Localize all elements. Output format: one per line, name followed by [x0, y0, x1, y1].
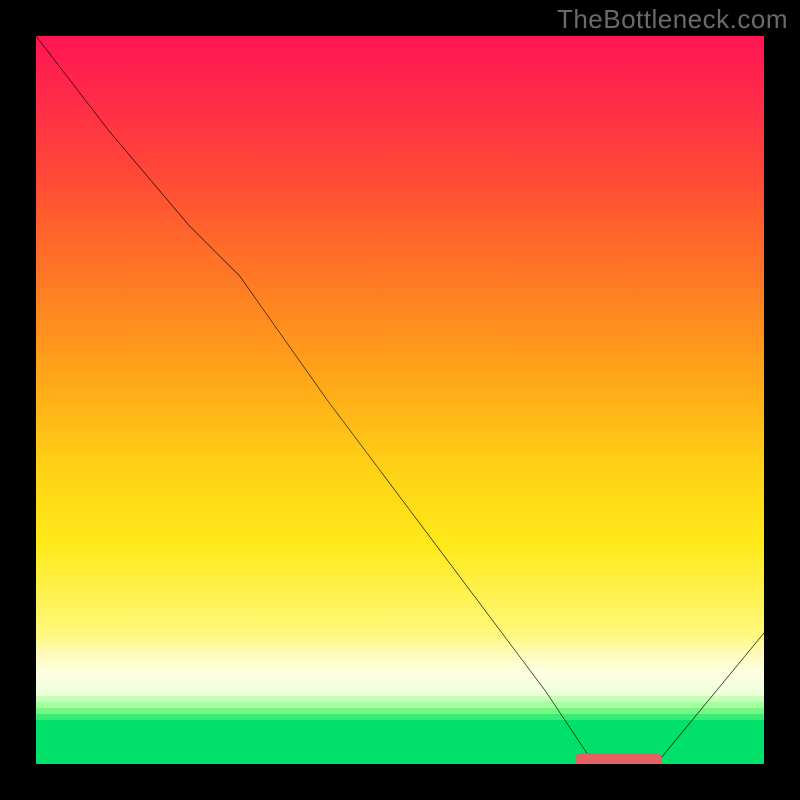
plot-area: [30, 30, 770, 770]
watermark-text: TheBottleneck.com: [557, 4, 788, 35]
bottleneck-curve: [36, 36, 764, 760]
curve-svg: [36, 36, 764, 764]
plot-background: [36, 36, 764, 764]
optimal-marker: [575, 753, 662, 764]
chart-frame: TheBottleneck.com: [0, 0, 800, 800]
